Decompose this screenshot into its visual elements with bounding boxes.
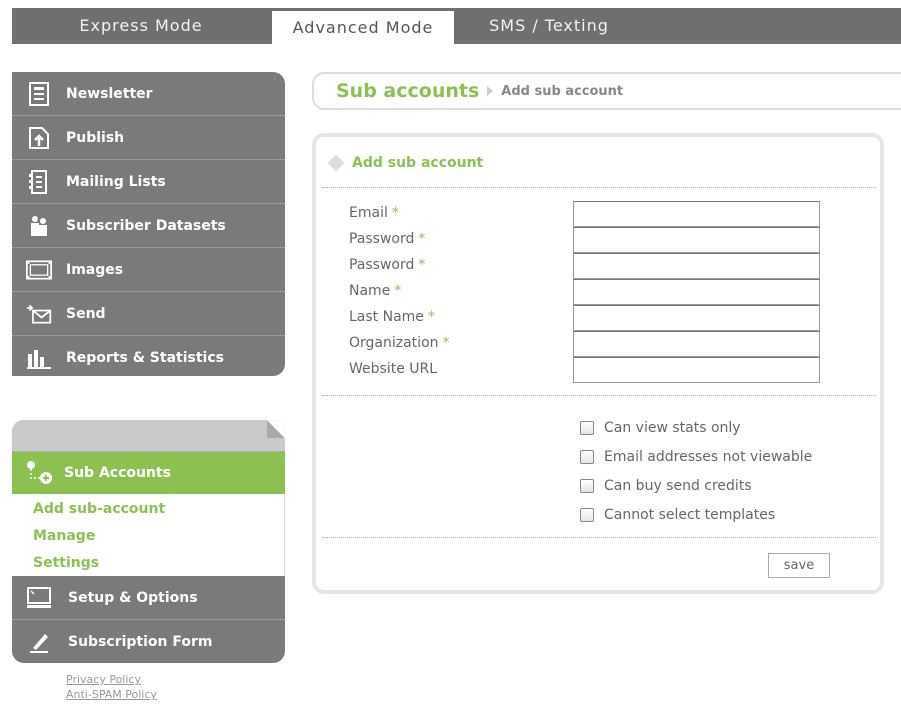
breadcrumb-separator-icon	[487, 86, 494, 96]
name-field[interactable]	[573, 279, 820, 305]
mailing-lists-icon	[26, 169, 52, 195]
field-label: Password *	[349, 257, 426, 273]
checkbox-email-not-viewable[interactable]: Email addresses not viewable	[580, 449, 812, 465]
field-website-url: Website URL	[349, 357, 829, 383]
nav-item-label: Publish	[66, 129, 125, 146]
monitor-icon	[26, 585, 52, 611]
link-privacy-policy[interactable]: Privacy Policy	[66, 672, 157, 687]
link-anti-spam-policy[interactable]: Anti-SPAM Policy	[66, 687, 157, 702]
form-title: Add sub account	[327, 154, 484, 172]
checkbox-label: Email addresses not viewable	[604, 449, 813, 465]
checkbox[interactable]	[580, 508, 594, 522]
password-confirm-field[interactable]	[573, 253, 820, 279]
users-icon	[26, 213, 52, 239]
link-settings[interactable]: Settings	[12, 548, 284, 575]
footer-links: Privacy Policy Anti-SPAM Policy	[66, 672, 157, 702]
link-add-sub-account[interactable]: Add sub-account	[12, 494, 284, 521]
mode-tabs: Express Mode Advanced Mode SMS / Texting	[12, 8, 901, 49]
field-label: Password *	[349, 231, 426, 247]
field-label: Organization *	[349, 335, 450, 351]
checkbox-label: Can buy send credits	[604, 478, 752, 494]
required-mark: *	[418, 231, 426, 247]
tab-express-mode[interactable]: Express Mode	[12, 8, 270, 44]
required-mark: *	[442, 335, 450, 351]
nav-item-subscriber-datasets[interactable]: Subscriber Datasets	[12, 204, 285, 248]
checkbox[interactable]	[580, 479, 594, 493]
link-manage[interactable]: Manage	[12, 521, 284, 548]
checkbox-label: Cannot select templates	[604, 507, 776, 523]
nav-item-label: Reports & Statistics	[66, 350, 224, 366]
field-name: Name *	[349, 279, 829, 305]
required-mark: *	[391, 205, 399, 221]
nav-item-newsletter[interactable]: Newsletter	[12, 72, 285, 116]
breadcrumb: Sub accounts Add sub account	[312, 72, 901, 110]
save-button[interactable]: save	[768, 553, 830, 578]
last-name-field[interactable]	[573, 305, 820, 331]
page-curl	[267, 420, 285, 438]
checkbox[interactable]	[580, 450, 594, 464]
nav-item-reports-statistics[interactable]: Reports & Statistics	[12, 336, 285, 380]
required-mark: *	[427, 309, 435, 325]
field-organization: Organization *	[349, 331, 829, 357]
film-icon	[26, 257, 52, 283]
nav-item-setup-options[interactable]: Setup & Options	[12, 577, 285, 620]
publish-icon	[26, 125, 52, 151]
nav-item-label: Subscriber Datasets	[66, 217, 226, 234]
field-label: Email *	[349, 205, 399, 221]
organization-field[interactable]	[573, 331, 820, 357]
main-nav: Newsletter Publish Mailing Lists Subscri…	[12, 72, 285, 376]
checkbox-label: Can view stats only	[604, 420, 741, 436]
required-mark: *	[394, 283, 402, 299]
nav-item-label: Setup & Options	[68, 590, 198, 606]
nav-item-label: Images	[66, 261, 124, 278]
sub-accounts-icon	[26, 460, 54, 486]
tab-advanced-mode[interactable]: Advanced Mode	[272, 11, 454, 49]
checkbox-cannot-select-templates[interactable]: Cannot select templates	[580, 507, 775, 523]
add-sub-account-form: Add sub account Email * Password * Passwor…	[312, 133, 884, 594]
envelope-icon	[26, 301, 52, 327]
field-label: Name *	[349, 283, 402, 299]
sub-accounts-label: Sub Accounts	[64, 465, 171, 481]
checkbox-can-buy-send-credits[interactable]: Can buy send credits	[580, 478, 752, 494]
nav-item-label: Send	[66, 305, 106, 322]
checkbox-can-view-stats-only[interactable]: Can view stats only	[580, 420, 741, 436]
sub-accounts-links: Add sub-account Manage Settings	[12, 494, 285, 576]
nav-item-label: Mailing Lists	[66, 173, 166, 190]
divider	[322, 537, 876, 538]
nav-item-label: Subscription Form	[68, 633, 213, 650]
divider	[322, 187, 876, 188]
field-password: Password *	[349, 227, 829, 253]
panel-cap	[12, 420, 285, 452]
nav-item-label: Newsletter	[66, 85, 153, 102]
field-last-name: Last Name *	[349, 305, 829, 331]
newsletter-icon	[26, 81, 52, 107]
breadcrumb-current: Add sub account	[501, 83, 624, 99]
nav-item-subscription-form[interactable]: Subscription Form	[12, 620, 285, 663]
password-field[interactable]	[573, 227, 820, 253]
divider	[322, 395, 876, 396]
field-label: Website URL	[349, 361, 438, 377]
website-url-field[interactable]	[573, 357, 820, 383]
tab-sms-texting[interactable]: SMS / Texting	[456, 8, 642, 44]
field-password-confirm: Password *	[349, 253, 829, 279]
nav-item-sub-accounts[interactable]: Sub Accounts	[12, 452, 285, 494]
nav-item-mailing-lists[interactable]: Mailing Lists	[12, 160, 285, 204]
nav-item-images[interactable]: Images	[12, 248, 285, 292]
nav-item-send[interactable]: Send	[12, 292, 285, 336]
pen-icon	[26, 629, 52, 655]
form-title-text: Add sub account	[352, 155, 484, 171]
field-email: Email *	[349, 201, 829, 227]
email-field[interactable]	[573, 201, 820, 227]
diamond-bullet-icon	[327, 154, 345, 172]
field-label: Last Name *	[349, 309, 435, 325]
breadcrumb-parent[interactable]: Sub accounts	[336, 80, 479, 102]
bar-chart-icon	[26, 345, 52, 371]
checkbox[interactable]	[580, 421, 594, 435]
nav-item-publish[interactable]: Publish	[12, 116, 285, 160]
required-mark: *	[418, 257, 426, 273]
